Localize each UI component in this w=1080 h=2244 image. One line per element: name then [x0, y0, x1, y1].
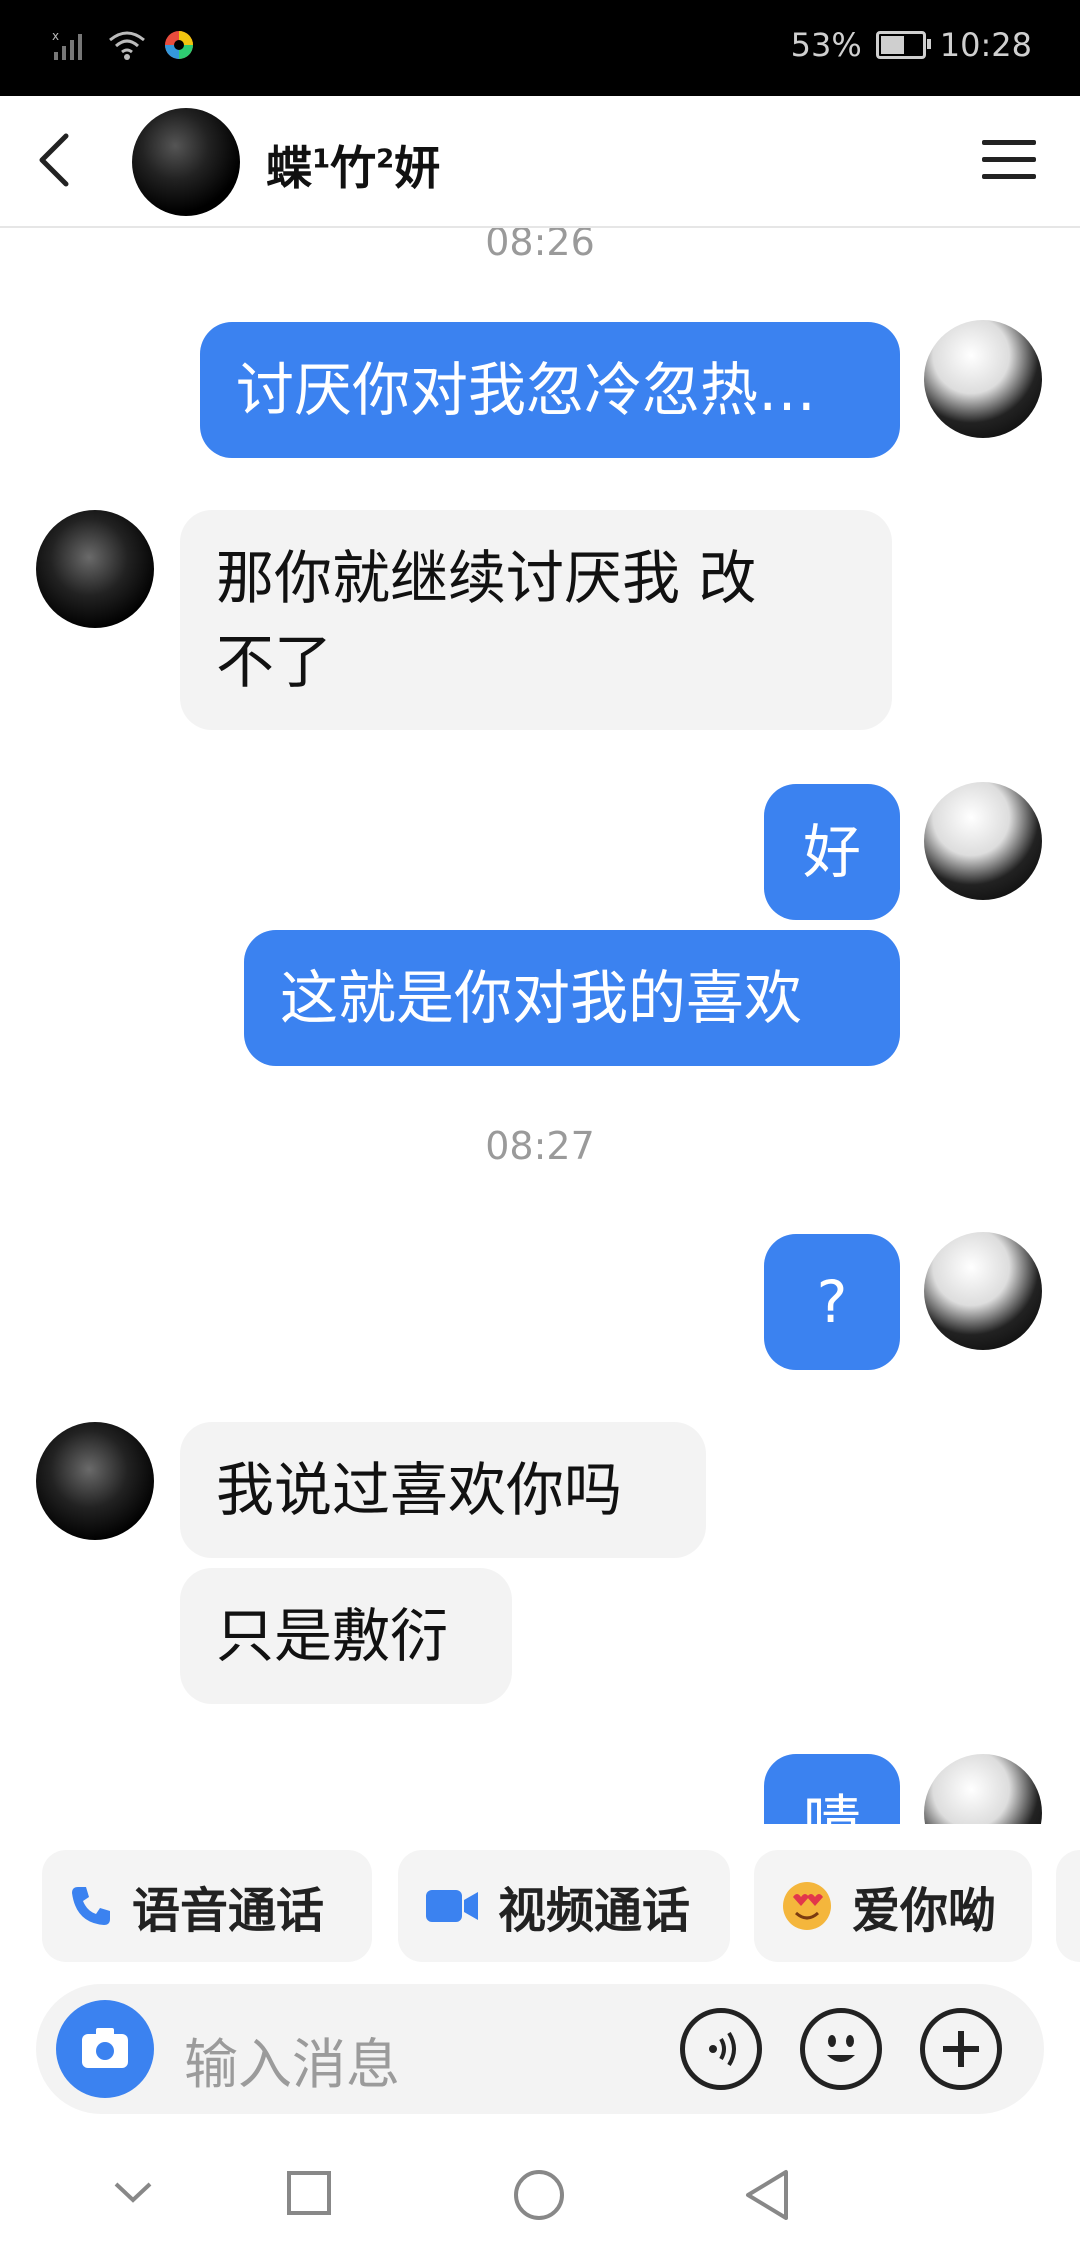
message-bubble-outgoing[interactable]: 讨厌你对我忽冷忽热…	[200, 322, 900, 458]
my-avatar[interactable]	[924, 782, 1042, 900]
phone-icon	[72, 1887, 110, 1925]
chevron-down-icon[interactable]	[112, 2176, 154, 2206]
video-call-button[interactable]: 视频通话	[398, 1850, 730, 1962]
battery-percent: 53%	[790, 26, 862, 64]
svg-text:x: x	[52, 29, 59, 43]
message-bubble-outgoing[interactable]: 啧	[764, 1754, 900, 1824]
camera-icon	[82, 2028, 128, 2068]
message-input-bar: 输入消息	[36, 1984, 1044, 2114]
voice-call-button[interactable]: 语音通话	[42, 1850, 372, 1962]
app-notification-icon	[165, 31, 193, 59]
signal-icon: x	[52, 29, 82, 60]
message-bubble-incoming[interactable]: 那你就继续讨厌我 改 不了	[180, 510, 892, 730]
back-arrow-icon[interactable]	[34, 130, 74, 190]
message-bubble-incoming[interactable]: 只是敷衍	[180, 1568, 512, 1704]
back-triangle-icon[interactable]	[742, 2168, 792, 2222]
more-options-button[interactable]	[920, 2008, 1002, 2090]
home-icon[interactable]	[512, 2168, 566, 2222]
more-quick-action-chip[interactable]	[1056, 1850, 1080, 1962]
wifi-icon	[109, 31, 145, 60]
contact-avatar-in-chat[interactable]	[36, 1422, 154, 1540]
recent-apps-icon[interactable]	[286, 2170, 332, 2216]
plus-icon	[943, 2031, 979, 2067]
my-avatar[interactable]	[924, 1232, 1042, 1350]
timestamp: 08:27	[485, 1124, 595, 1168]
message-bubble-outgoing[interactable]: 这就是你对我的喜欢	[244, 930, 900, 1066]
chat-header: 蝶1竹2妍	[0, 96, 1080, 228]
emoji-button[interactable]	[800, 2008, 882, 2090]
love-you-button[interactable]: 爱你呦	[754, 1850, 1032, 1962]
heart-eyes-emoji-icon	[783, 1882, 831, 1930]
timestamp: 08:26	[485, 228, 595, 264]
message-bubble-incoming[interactable]: 我说过喜欢你吗	[180, 1422, 706, 1558]
my-avatar[interactable]	[924, 320, 1042, 438]
message-list[interactable]: 08:26 讨厌你对我忽冷忽热… 那你就继续讨厌我 改 不了 好 这就是你对我的…	[0, 228, 1080, 1824]
quick-actions-bar: 语音通话 视频通话 爱你呦	[0, 1850, 1080, 1964]
system-navigation-bar	[0, 2140, 1080, 2244]
voice-icon	[709, 2031, 736, 2067]
contact-avatar[interactable]	[132, 108, 240, 216]
message-bubble-outgoing[interactable]: 好	[764, 784, 900, 920]
video-camera-icon	[426, 1890, 478, 1922]
message-bubble-outgoing[interactable]: ?	[764, 1234, 900, 1370]
message-input[interactable]: 输入消息	[184, 2020, 400, 2099]
battery-icon	[875, 31, 931, 59]
my-avatar[interactable]	[924, 1754, 1042, 1824]
menu-icon[interactable]	[982, 138, 1036, 182]
smiley-icon	[827, 2035, 855, 2062]
contact-avatar-in-chat[interactable]	[36, 510, 154, 628]
camera-button[interactable]	[56, 2000, 154, 2098]
voice-input-button[interactable]	[680, 2008, 762, 2090]
contact-name[interactable]: 蝶1竹2妍	[266, 132, 440, 198]
clock: 10:28	[939, 26, 1032, 64]
status-bar: x 53% 10:28	[0, 0, 1080, 96]
